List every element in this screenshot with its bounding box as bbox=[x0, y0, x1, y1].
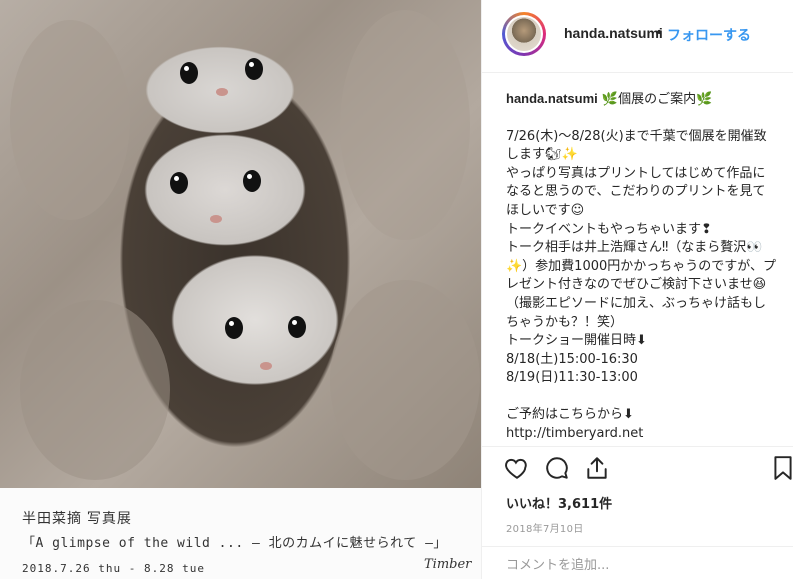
caption-line: トークイベントもやっちゃいます❢ bbox=[506, 221, 712, 237]
separator-dot: • bbox=[655, 25, 664, 41]
comment-input[interactable] bbox=[506, 555, 766, 575]
exhibition-subtitle: 「A glimpse of the wild ... – 北のカムイに魅せられて… bbox=[22, 536, 447, 551]
username-link[interactable]: handa.natsumi bbox=[564, 25, 663, 41]
caption-line: ご予約はこちらから⬇ bbox=[506, 406, 634, 422]
exhibition-dates: 2018.7.26 thu - 8.28 tue bbox=[22, 562, 205, 575]
avatar-image bbox=[507, 17, 541, 51]
post-side-panel: handa.natsumi • フォローする handa.natsumi 🌿個展… bbox=[481, 0, 793, 579]
caption-username[interactable]: handa.natsumi bbox=[506, 91, 598, 106]
follow-button[interactable]: フォローする bbox=[667, 25, 751, 45]
timber-logo: Timber bbox=[424, 557, 472, 572]
caption-line: トークショー開催日時⬇ bbox=[506, 333, 647, 349]
avatar[interactable] bbox=[502, 12, 546, 56]
caption-line: 8/18(土)15:00-16:30 bbox=[506, 351, 638, 367]
post-date: 2018年7月10日 bbox=[506, 524, 584, 535]
heart-icon[interactable] bbox=[504, 455, 530, 481]
caption-line: 🌿個展のご案内🌿 bbox=[597, 92, 713, 107]
caption-line: やっぱり写真はプリントしてはじめて作品になると思うので、こだわりのプリントを見て… bbox=[506, 165, 766, 218]
like-count[interactable]: いいね！3,611件 bbox=[506, 493, 612, 512]
flying-squirrels-image bbox=[0, 0, 481, 488]
caption-link[interactable]: http://timberyard.net bbox=[506, 425, 778, 444]
post-photo[interactable]: 半田菜摘 写真展 「A glimpse of the wild ... – 北の… bbox=[0, 0, 481, 579]
comment-box bbox=[482, 546, 793, 580]
post-caption: handa.natsumi 🌿個展のご案内🌿 7/26(木)〜8/28(火)まで… bbox=[506, 90, 778, 443]
caption-line: 8/19(日)11:30-13:00 bbox=[506, 370, 638, 386]
post-header: handa.natsumi • フォローする bbox=[482, 0, 793, 73]
bookmark-icon[interactable] bbox=[770, 455, 793, 481]
comment-icon[interactable] bbox=[544, 455, 570, 481]
share-icon[interactable] bbox=[584, 455, 610, 481]
action-bar bbox=[482, 446, 793, 487]
caption-line: （撮影エピソードに加え、ぶっちゃけ話もしちゃうかも？！笑） bbox=[506, 295, 767, 330]
caption-line: 7/26(木)〜8/28(火)まで千葉で個展を開催致します🐿✨ bbox=[506, 128, 767, 163]
exhibition-title: 半田菜摘 写真展 bbox=[22, 510, 132, 526]
caption-line: トーク相手は井上浩輝さん‼（なまら贅沢👀✨）参加費1000円かかっちゃうのですが… bbox=[506, 240, 777, 293]
